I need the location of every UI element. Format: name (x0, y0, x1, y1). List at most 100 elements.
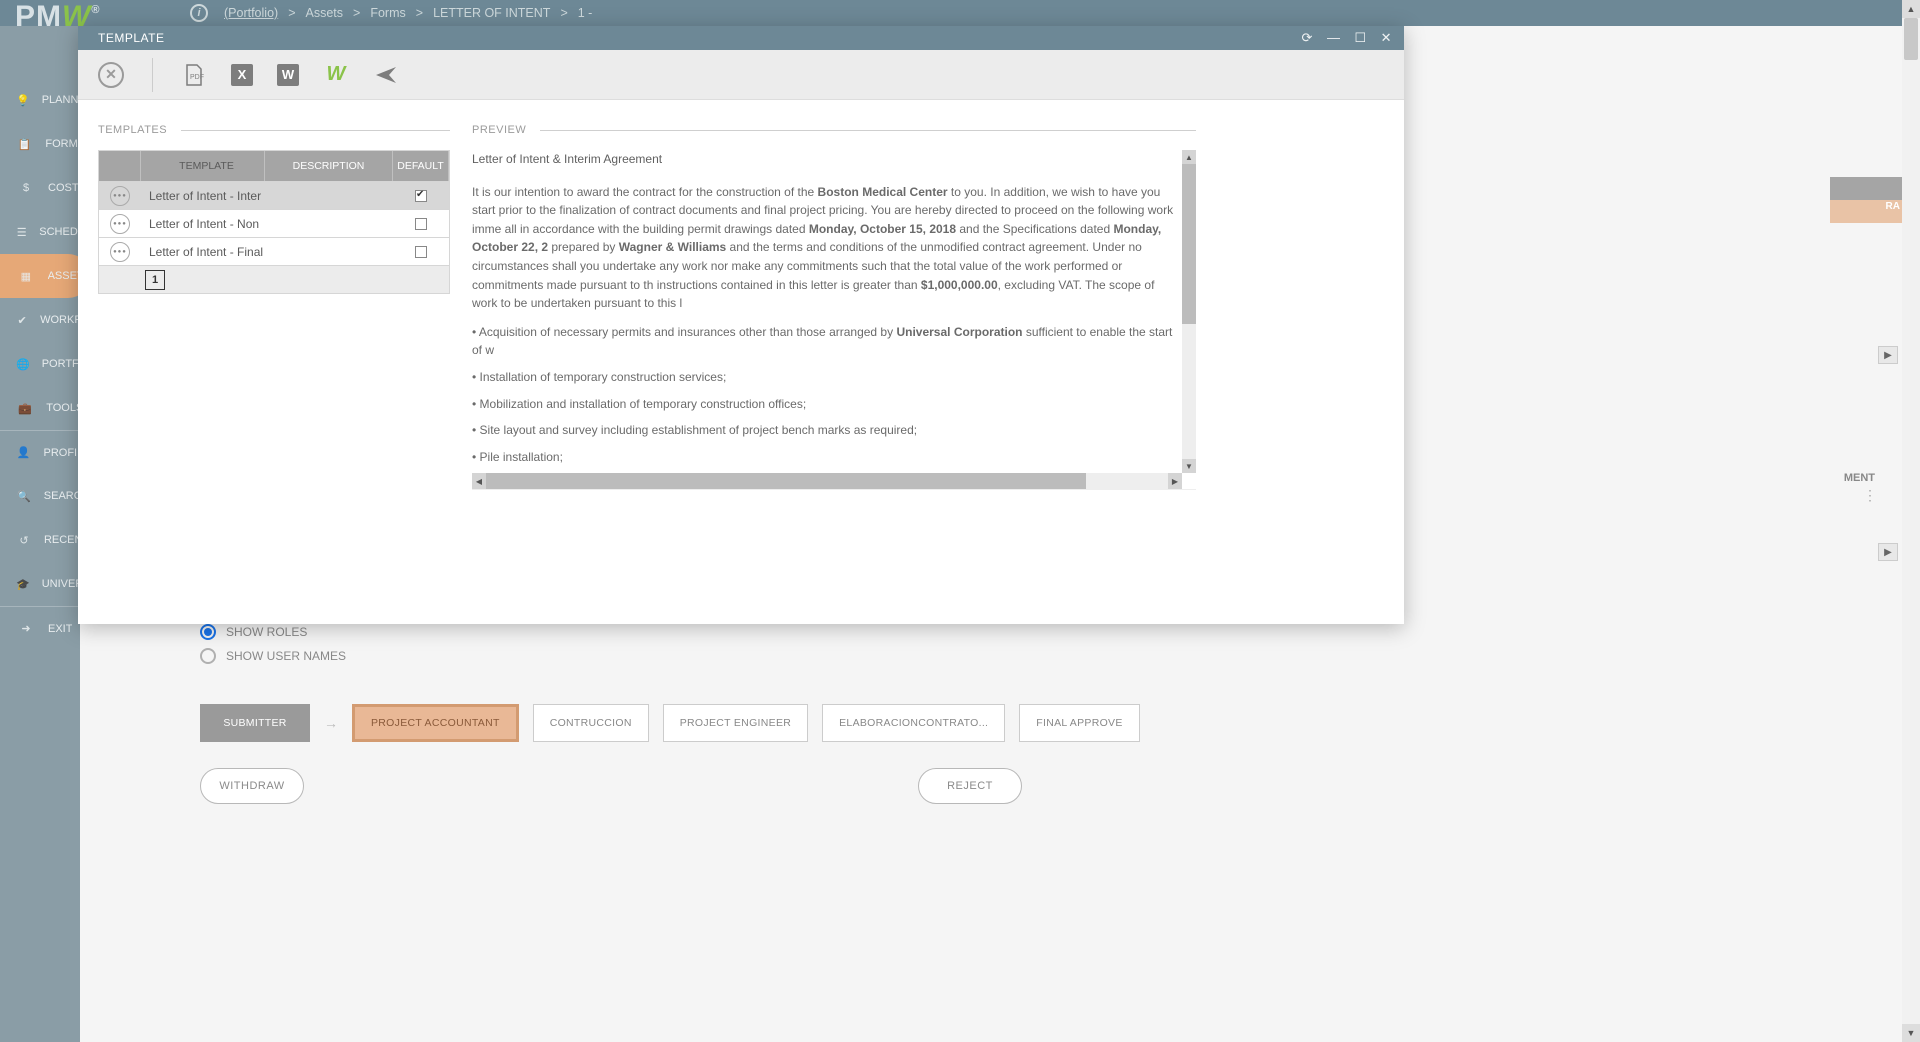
preview-heading: PREVIEW (472, 124, 526, 136)
row-options-icon[interactable]: ●●● (110, 214, 130, 234)
horizontal-scrollbar[interactable]: ◀ ▶ (472, 473, 1182, 489)
row-options-icon[interactable]: ●●● (110, 186, 130, 206)
default-checkbox[interactable] (415, 246, 427, 258)
table-row[interactable]: ●●● Letter of Intent - Non (99, 209, 449, 237)
workflow-step[interactable]: FINAL APPROVE (1019, 704, 1139, 742)
nav-tools[interactable]: 💼TOOLS (0, 386, 80, 430)
info-icon[interactable]: i (190, 4, 208, 22)
col-default[interactable]: DEFAULT (393, 151, 449, 181)
nav-scheduling[interactable]: ☰SCHEDULING (0, 210, 80, 254)
nav-exit[interactable]: ➜EXIT (0, 606, 80, 650)
scroll-up-icon[interactable]: ▲ (1902, 0, 1920, 18)
reject-button[interactable]: REJECT (918, 768, 1022, 804)
workflow-step[interactable]: PROJECT ENGINEER (663, 704, 808, 742)
nav-planning[interactable]: 💡PLANNING (0, 78, 80, 122)
templates-heading: TEMPLATES (98, 124, 167, 136)
nav-recent[interactable]: ↺RECENT (0, 518, 80, 562)
globe-icon: 🌐 (16, 358, 30, 371)
workflow-row: SUBMITTER → PROJECT ACCOUNTANT CONTRUCCI… (200, 704, 1880, 742)
col-template[interactable]: TEMPLATE (141, 151, 265, 181)
preview-bullet: • Installation of temporary construction… (472, 368, 1176, 387)
radio-checked-icon[interactable] (200, 624, 216, 640)
nav-search[interactable]: 🔍SEARCH (0, 474, 80, 518)
modal-titlebar: TEMPLATE ⟳ — ☐ ✕ (78, 26, 1404, 50)
search-icon: 🔍 (16, 490, 32, 503)
col-description[interactable]: DESCRIPTION (265, 151, 393, 181)
preview-content: Letter of Intent & Interim Agreement It … (472, 150, 1196, 490)
scroll-right-icon[interactable]: ▶ (1168, 473, 1182, 489)
nav-workflow[interactable]: ✔WORKFLOW (0, 298, 80, 342)
scroll-thumb[interactable] (1904, 18, 1918, 60)
templates-table: TEMPLATE DESCRIPTION DEFAULT ●●● Letter … (98, 150, 450, 294)
table-footer: 1 (99, 265, 449, 293)
bg-column-label: MENT (1844, 472, 1875, 484)
breadcrumb-item[interactable]: Forms (370, 6, 405, 20)
preview-panel: PREVIEW Letter of Intent & Interim Agree… (472, 124, 1196, 606)
clipboard-icon: 📋 (16, 138, 33, 151)
history-icon: ↺ (16, 534, 32, 547)
preview-title: Letter of Intent & Interim Agreement (472, 150, 1176, 169)
main-scrollbar[interactable]: ▲ ▼ (1902, 0, 1920, 1042)
menu-dots-icon[interactable]: ⋮ (1863, 487, 1875, 504)
default-checkbox[interactable] (415, 218, 427, 230)
send-icon[interactable] (373, 62, 399, 88)
scroll-right-icon[interactable]: ▶ (1878, 346, 1898, 364)
dollar-icon: $ (16, 182, 36, 194)
show-users-label: SHOW USER NAMES (226, 649, 346, 663)
scroll-thumb[interactable] (1182, 164, 1196, 324)
cancel-button[interactable]: ✕ (98, 62, 124, 88)
nav-cost[interactable]: $COST (0, 166, 80, 210)
breadcrumb-item[interactable]: 1 - (578, 6, 593, 20)
breadcrumb-item[interactable]: Assets (306, 6, 344, 20)
nav-assets[interactable]: ▦ASSETS (0, 254, 90, 298)
preview-paragraph: It is our intention to award the contrac… (472, 183, 1176, 313)
table-row[interactable]: ●●● Letter of Intent - Inter (99, 181, 449, 209)
sidebar: 💡PLANNING 📋FORMS $COST ☰SCHEDULING ▦ASSE… (0, 26, 80, 1042)
withdraw-button[interactable]: WITHDRAW (200, 768, 304, 804)
maximize-icon[interactable]: ☐ (1354, 30, 1366, 46)
table-row[interactable]: ●●● Letter of Intent - Final (99, 237, 449, 265)
page-number[interactable]: 1 (145, 270, 165, 290)
templates-panel: TEMPLATES TEMPLATE DESCRIPTION DEFAULT ●… (98, 124, 450, 606)
word-icon[interactable]: W (277, 64, 299, 86)
preview-text: Letter of Intent & Interim Agreement It … (472, 150, 1176, 467)
nav-profile[interactable]: 👤PROFILE (0, 430, 80, 474)
row-options-icon[interactable]: ●●● (110, 242, 130, 262)
vertical-scrollbar[interactable]: ▲ ▼ (1182, 150, 1196, 473)
grid-icon: ▦ (16, 270, 36, 283)
workflow-step[interactable]: CONTRUCCION (533, 704, 649, 742)
modal-title-text: TEMPLATE (98, 31, 164, 45)
radio-unchecked-icon[interactable] (200, 648, 216, 664)
scroll-left-icon[interactable]: ◀ (472, 473, 486, 489)
close-icon[interactable]: ✕ (1381, 30, 1392, 46)
scroll-thumb[interactable] (486, 473, 1086, 489)
arrow-right-icon: → (324, 715, 338, 731)
check-icon: ✔ (16, 314, 28, 327)
preview-bullet: • Pile installation; (472, 448, 1176, 467)
workflow-step[interactable]: ELABORACIONCONTRATO... (822, 704, 1005, 742)
graduation-icon: 🎓 (16, 578, 30, 591)
row-template-name: Letter of Intent - Non (141, 217, 265, 231)
roles-area: SHOW ROLES SHOW USER NAMES SUBMITTER → P… (200, 624, 1880, 804)
nav-portfolio[interactable]: 🌐PORTFOLIO (0, 342, 80, 386)
user-icon: 👤 (16, 446, 32, 459)
excel-icon[interactable]: X (231, 64, 253, 86)
scroll-up-icon[interactable]: ▲ (1182, 150, 1196, 164)
default-checkbox[interactable] (415, 190, 427, 202)
scroll-down-icon[interactable]: ▼ (1182, 459, 1196, 473)
show-roles-option[interactable]: SHOW ROLES (200, 624, 1880, 640)
scroll-right-icon[interactable]: ▶ (1878, 543, 1898, 561)
breadcrumb-item[interactable]: LETTER OF INTENT (433, 6, 550, 20)
nav-forms[interactable]: 📋FORMS (0, 122, 80, 166)
pmweb-icon[interactable]: W (323, 62, 349, 88)
refresh-icon[interactable]: ⟳ (1302, 30, 1313, 46)
show-users-option[interactable]: SHOW USER NAMES (200, 648, 1880, 664)
preview-bullet: • Acquisition of necessary permits and i… (472, 323, 1176, 360)
breadcrumb-root[interactable]: (Portfolio) (224, 6, 278, 20)
scroll-down-icon[interactable]: ▼ (1902, 1024, 1920, 1042)
workflow-submitter[interactable]: SUBMITTER (200, 704, 310, 742)
workflow-step[interactable]: PROJECT ACCOUNTANT (352, 704, 519, 742)
nav-university[interactable]: 🎓UNIVERSITY (0, 562, 80, 606)
pdf-icon[interactable]: PDF (181, 62, 207, 88)
minimize-icon[interactable]: — (1327, 30, 1341, 46)
